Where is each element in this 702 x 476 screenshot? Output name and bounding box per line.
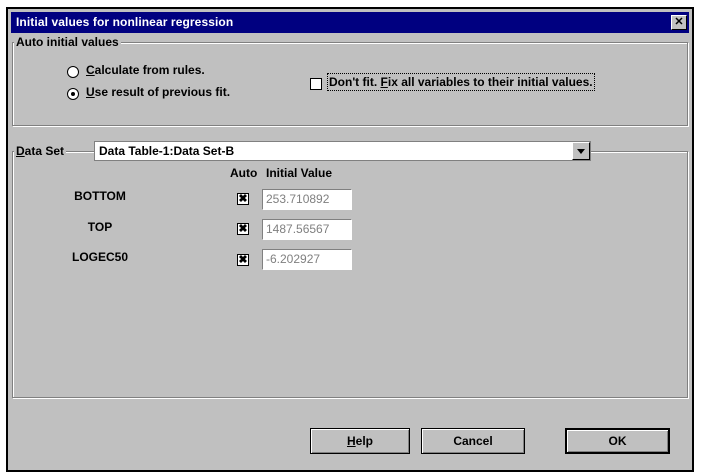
dialog-title: Initial values for nonlinear regression: [16, 15, 234, 29]
chevron-down-icon: [577, 149, 585, 154]
title-bar[interactable]: Initial values for nonlinear regression …: [11, 12, 689, 33]
variable-name-logec50: LOGEC50: [71, 250, 128, 264]
initial-value-field-bottom[interactable]: 253.710892: [262, 189, 352, 210]
calculate-from-rules-label[interactable]: Calculate from rules.: [86, 63, 205, 77]
variable-name-top: TOP: [87, 220, 113, 234]
auto-checkbox-logec50[interactable]: ✖: [237, 254, 249, 266]
ok-button[interactable]: OK: [565, 428, 670, 454]
close-button[interactable]: ✕: [671, 15, 687, 30]
dialog-window: Initial values for nonlinear regression …: [6, 7, 694, 472]
data-set-label: Data Set: [14, 144, 67, 158]
radio-selected-dot: [71, 92, 75, 96]
calculate-from-rules-radio[interactable]: [67, 66, 79, 78]
data-set-selected-value: Data Table-1:Data Set-B: [99, 144, 235, 158]
initial-value-field-top[interactable]: 1487.56567: [262, 219, 352, 240]
auto-checkbox-bottom[interactable]: ✖: [237, 193, 249, 205]
initial-value-field-logec50[interactable]: -6.202927: [262, 249, 352, 270]
dont-fit-checkbox[interactable]: [310, 78, 322, 90]
auto-group-label: Auto initial values: [14, 35, 121, 49]
dont-fit-label[interactable]: Don't fit. Fix all variables to their in…: [327, 73, 595, 91]
dropdown-arrow-button[interactable]: [572, 142, 590, 160]
data-set-dropdown[interactable]: Data Table-1:Data Set-B: [94, 141, 591, 161]
use-previous-fit-radio[interactable]: [67, 88, 79, 100]
close-icon: ✕: [674, 16, 684, 28]
use-previous-fit-label[interactable]: Use result of previous fit.: [86, 85, 230, 99]
cancel-button[interactable]: Cancel: [421, 428, 525, 454]
initial-value-column-header: Initial Value: [266, 166, 333, 180]
auto-column-header: Auto: [230, 166, 258, 180]
auto-checkbox-top[interactable]: ✖: [237, 223, 249, 235]
variable-name-bottom: BOTTOM: [74, 189, 126, 203]
help-button[interactable]: Help: [310, 428, 410, 454]
